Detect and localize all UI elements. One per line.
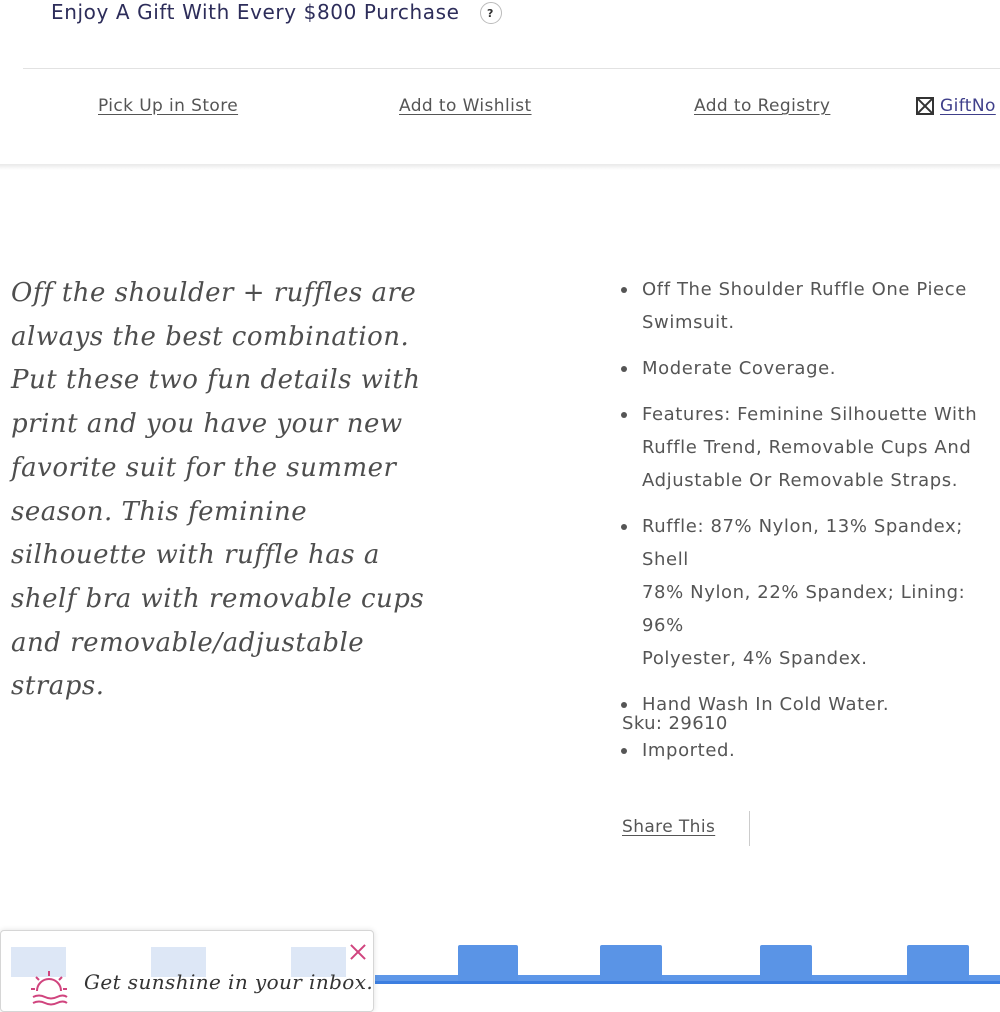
close-icon[interactable] bbox=[347, 941, 369, 963]
share-divider bbox=[749, 811, 750, 846]
banner-block bbox=[458, 945, 518, 985]
giftnote-label: GiftNo bbox=[940, 96, 996, 116]
feature-item: Off The Shoulder Ruffle One Piece Swimsu… bbox=[621, 273, 1000, 339]
add-to-registry-link[interactable]: Add to Registry bbox=[694, 96, 830, 116]
feature-item: Imported. bbox=[621, 734, 1000, 767]
gift-promo: Enjoy A Gift With Every $800 Purchase ? bbox=[51, 0, 502, 24]
giftnote-icon bbox=[916, 97, 934, 115]
share-this-link[interactable]: Share This bbox=[622, 817, 715, 837]
banner-block bbox=[907, 945, 969, 985]
help-icon[interactable]: ? bbox=[479, 2, 502, 24]
product-actions: Pick Up in Store Add to Wishlist Add to … bbox=[0, 96, 1000, 120]
divider bbox=[23, 68, 1000, 69]
popup-text: Get sunshine in your inbox. bbox=[84, 970, 374, 994]
pick-up-in-store-link[interactable]: Pick Up in Store bbox=[98, 96, 238, 116]
product-description: Off the shoulder + ruffles are always th… bbox=[11, 278, 425, 702]
sunrise-icon bbox=[31, 971, 68, 1006]
feature-item: Ruffle: 87% Nylon, 13% Spandex; Shell 78… bbox=[621, 510, 1000, 675]
feature-item: Moderate Coverage. bbox=[621, 352, 1000, 385]
footer-banner bbox=[375, 945, 1000, 1000]
header-shadow bbox=[0, 164, 1000, 170]
banner-block bbox=[760, 945, 812, 985]
giftnote-link[interactable]: GiftNo bbox=[916, 96, 996, 116]
promo-text: Enjoy A Gift With Every $800 Purchase bbox=[51, 0, 460, 24]
product-features: Off The Shoulder Ruffle One Piece Swimsu… bbox=[621, 273, 1000, 780]
banner-bottom bbox=[375, 981, 1000, 1000]
add-to-wishlist-link[interactable]: Add to Wishlist bbox=[399, 96, 532, 116]
feature-item: Features: Feminine Silhouette With Ruffl… bbox=[621, 398, 1000, 497]
banner-block bbox=[600, 945, 662, 985]
product-sku: Sku: 29610 bbox=[622, 713, 728, 734]
